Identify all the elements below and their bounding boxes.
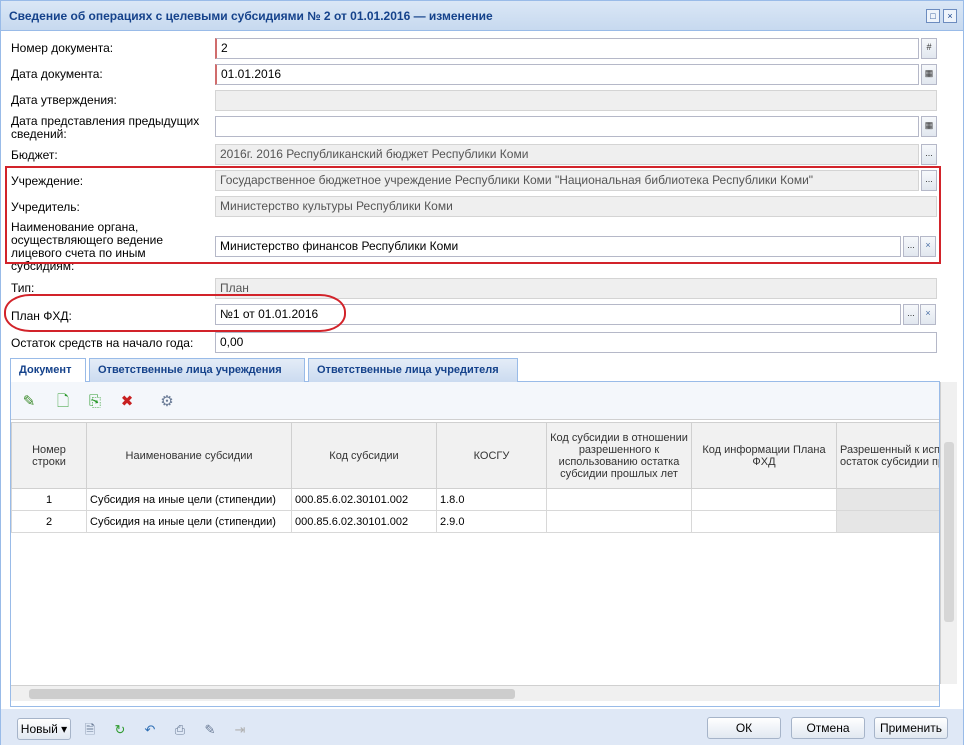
table-row[interactable]: 1 Субсидия на иные цели (стипендии) 000.… — [11, 488, 939, 511]
title-bar: Сведение об операциях с целевыми субсиди… — [1, 1, 963, 31]
cell-kosgu: 1.8.0 — [436, 488, 547, 511]
vertical-scrollbar[interactable] — [940, 382, 957, 684]
table-row[interactable]: 2 Субсидия на иные цели (стипендии) 000.… — [11, 510, 939, 533]
horizontal-scrollbar[interactable] — [11, 685, 939, 701]
document-icon[interactable]: 🗎 — [81, 721, 99, 739]
budget-label: Бюджет: — [11, 148, 58, 162]
delete-icon[interactable]: ✖ — [117, 392, 137, 412]
apply-button[interactable]: Применить — [874, 717, 948, 739]
autonumber-icon[interactable]: # — [921, 38, 937, 59]
dialog-window: Сведение об операциях с целевыми субсиди… — [0, 0, 964, 745]
document-form: Номер документа: 2 # Дата документа: 01.… — [1, 32, 963, 357]
cell-num: 2 — [11, 510, 87, 533]
cell-prev-code — [546, 510, 692, 533]
tab-founder-persons[interactable]: Ответственные лица учредителя — [308, 358, 518, 382]
cell-allowed — [836, 488, 939, 511]
prev-date-field[interactable] — [215, 116, 919, 137]
copy-add-icon[interactable]: ⎘ — [85, 392, 105, 412]
cell-fhd-code — [691, 510, 837, 533]
print-icon[interactable]: ⎙ — [171, 721, 189, 739]
horizontal-scroll-thumb[interactable] — [29, 689, 515, 699]
col-header-prev-code[interactable]: Код субсидии в отношении разрешенного к … — [546, 422, 692, 489]
doc-number-label: Номер документа: — [11, 41, 114, 55]
cancel-button[interactable]: Отмена — [791, 717, 865, 739]
prev-date-label: Дата представления предыдущих сведений: — [11, 114, 200, 141]
tab-institution-persons[interactable]: Ответственные лица учреждения — [89, 358, 305, 382]
cell-code: 000.85.6.02.30101.002 — [291, 488, 437, 511]
highlight-oval — [4, 294, 346, 332]
undo-icon[interactable]: ↶ — [141, 721, 159, 739]
approve-date-label: Дата утверждения: — [11, 93, 117, 107]
col-header-num[interactable]: Номер строки — [11, 422, 87, 489]
tab-panel-document: ✎ 🗋 ⎘ ✖ ⚙ Номер строки Наименование субс… — [10, 382, 957, 707]
tab-document[interactable]: Документ — [10, 358, 86, 383]
subsidy-table: Номер строки Наименование субсидии Код с… — [11, 422, 939, 533]
clear-icon[interactable]: × — [920, 304, 936, 325]
settings-icon[interactable]: ⚙ — [157, 392, 177, 412]
cell-name: Субсидия на иные цели (стипендии) — [86, 488, 292, 511]
balance-field[interactable]: 0,00 — [215, 332, 937, 353]
cell-num: 1 — [11, 488, 87, 511]
lookup-icon[interactable]: ... — [903, 304, 919, 325]
cell-code: 000.85.6.02.30101.002 — [291, 510, 437, 533]
grid-toolbar: ✎ 🗋 ⎘ ✖ ⚙ — [11, 382, 939, 420]
maximize-icon[interactable]: □ — [926, 9, 940, 23]
attachment-icon[interactable]: ✎ — [201, 721, 219, 739]
bottom-bar: Новый ▾ 🗎 ↻ ↶ ⎙ ✎ ⇥ ОК Отмена Применить — [1, 709, 963, 745]
col-header-name[interactable]: Наименование субсидии — [86, 422, 292, 489]
export-icon[interactable]: ⇥ — [231, 721, 249, 739]
add-icon[interactable]: 🗋 — [53, 392, 73, 412]
tab-strip: Документ Ответственные лица учреждения О… — [10, 358, 940, 383]
col-header-fhd-code[interactable]: Код информации Плана ФХД — [691, 422, 837, 489]
calendar-icon[interactable]: ▦ — [921, 64, 937, 85]
col-header-allowed[interactable]: Разрешенный к использованию остаток субс… — [836, 422, 939, 489]
cell-prev-code — [546, 488, 692, 511]
subsidy-grid: Номер строки Наименование субсидии Код с… — [11, 422, 939, 687]
new-menu-button[interactable]: Новый ▾ — [17, 718, 71, 740]
cell-kosgu: 2.9.0 — [436, 510, 547, 533]
lookup-icon[interactable]: ... — [921, 144, 937, 165]
budget-field: 2016г. 2016 Республиканский бюджет Респу… — [215, 144, 919, 165]
table-header-row: Номер строки Наименование субсидии Код с… — [11, 422, 939, 489]
approve-date-field — [215, 90, 937, 111]
cell-allowed — [836, 510, 939, 533]
cell-fhd-code — [691, 488, 837, 511]
doc-date-field[interactable]: 01.01.2016 — [215, 64, 919, 85]
edit-icon[interactable]: ✎ — [19, 392, 39, 412]
close-icon[interactable]: × — [943, 9, 957, 23]
col-header-kosgu[interactable]: КОСГУ — [436, 422, 547, 489]
vertical-scroll-thumb[interactable] — [944, 442, 954, 622]
window-title: Сведение об операциях с целевыми субсиди… — [9, 9, 493, 23]
doc-date-label: Дата документа: — [11, 67, 103, 81]
cell-name: Субсидия на иные цели (стипендии) — [86, 510, 292, 533]
col-header-code[interactable]: Код субсидии — [291, 422, 437, 489]
refresh-icon[interactable]: ↻ — [111, 721, 129, 739]
highlight-box — [5, 166, 941, 264]
calendar-icon[interactable]: ▦ — [921, 116, 937, 137]
ok-button[interactable]: ОК — [707, 717, 781, 739]
doc-number-field[interactable]: 2 — [215, 38, 919, 59]
balance-label: Остаток средств на начало года: — [11, 336, 194, 350]
